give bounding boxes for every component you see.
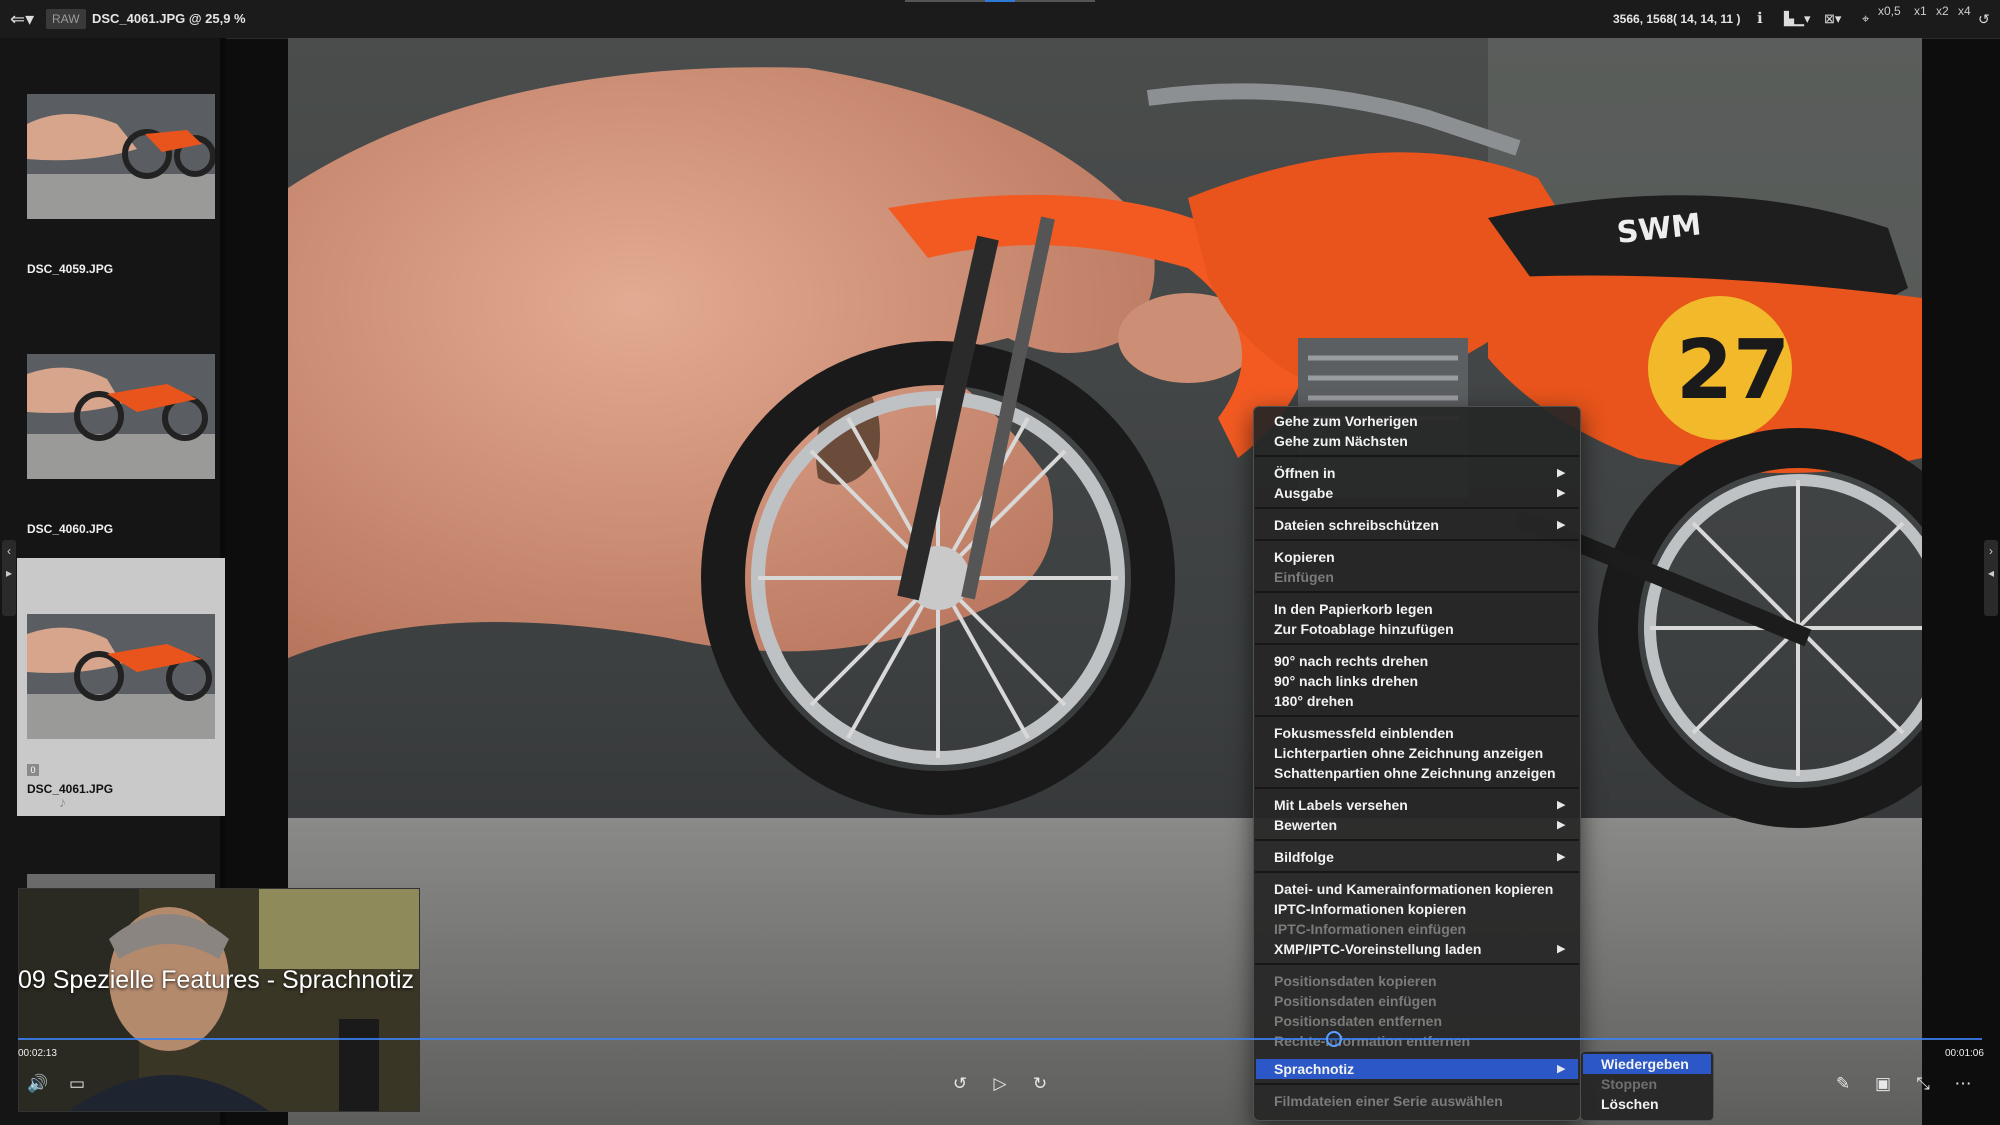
info-icon[interactable]: ℹ (1757, 8, 1763, 30)
submenu-item-play[interactable]: Wiedergeben (1601, 1054, 1689, 1074)
menu-item-remove-rights: Rechte-Information entfernen (1274, 1033, 1471, 1049)
right-panel-tab[interactable]: › ◂ (1984, 540, 1998, 616)
menu-item-labels[interactable]: Mit Labels versehen (1274, 795, 1564, 815)
thumbnail-item[interactable]: DSC_4060.JPG (17, 298, 225, 556)
seek-handle[interactable] (1325, 1031, 1342, 1047)
submenu-arrow-icon: ▶ (1557, 1063, 1566, 1075)
submenu-arrow-icon: ▶ (1557, 851, 1566, 863)
rotate-icon[interactable]: ↺ (1978, 8, 1990, 30)
menu-item-highlights[interactable]: Lichterpartien ohne Zeichnung anzeigen (1274, 743, 1564, 763)
sidebar-collapse-tab[interactable]: ‹ ▸ (2, 540, 16, 616)
menu-item-rotate-right[interactable]: 90° nach rechts drehen (1274, 651, 1564, 671)
focus-frame-icon[interactable]: ⊠▾ (1824, 8, 1841, 30)
submenu-item-delete[interactable]: Löschen (1601, 1094, 1659, 1114)
subtitles-icon[interactable]: ▭ (64, 1072, 90, 1096)
zoom-4x[interactable]: x4 (1958, 4, 1971, 18)
thumbnail-image[interactable] (27, 614, 215, 739)
loading-indicator (905, 0, 1095, 2)
top-toolbar: ⇐▾ RAW DSC_4061.JPG @ 25,9 % 3566, 1568(… (0, 0, 2000, 39)
pencil-icon[interactable]: ✎ (1830, 1072, 1856, 1096)
thumbnail-filename: DSC_4061.JPG (27, 782, 114, 796)
pip-icon[interactable]: ▣ (1870, 1072, 1896, 1096)
menu-item-copy-file-camera-info[interactable]: Datei- und Kamerainformationen kopieren (1274, 879, 1564, 899)
thumbnail-item-selected[interactable]: 0 DSC_4061.JPG ♪ (17, 558, 225, 816)
menu-item-rotate-180[interactable]: 180° drehen (1274, 691, 1564, 711)
menu-item-focus-point[interactable]: Fokusmessfeld einblenden (1274, 723, 1564, 743)
main-photo[interactable]: 27 SWM (288, 38, 1922, 1125)
menu-item-trash[interactable]: In den Papierkorb legen (1274, 599, 1564, 619)
menu-item-paste-position: Positionsdaten einfügen (1274, 993, 1437, 1009)
submenu-arrow-icon: ▶ (1557, 467, 1566, 479)
menu-item-rotate-left[interactable]: 90° nach links drehen (1274, 671, 1564, 691)
submenu-arrow-icon: ▶ (1557, 487, 1566, 499)
menu-item-slideshow[interactable]: Bildfolge (1274, 847, 1564, 867)
thumbnail-image[interactable] (27, 354, 215, 479)
current-time: 00:02:13 (18, 1048, 57, 1059)
number-plate: 27 (1676, 323, 1790, 418)
zoom-half[interactable]: x0,5 (1878, 4, 1901, 18)
volume-icon[interactable]: 🔊 (25, 1072, 51, 1096)
raw-badge[interactable]: RAW (46, 9, 86, 29)
submenu-item-stop: Stoppen (1601, 1076, 1657, 1092)
submenu-arrow-icon: ▶ (1557, 519, 1566, 531)
voice-memo-submenu: Wiedergeben Stoppen Löschen (1580, 1051, 1714, 1121)
pixel-readout: 3566, 1568( 14, 14, 11 ) (1613, 12, 1741, 26)
collapse-icon[interactable]: ⤡ (1910, 1072, 1936, 1096)
submenu-arrow-icon: ▶ (1557, 799, 1566, 811)
menu-item-go-next[interactable]: Gehe zum Nächsten (1274, 431, 1564, 451)
menu-item-shadows[interactable]: Schattenpartien ohne Zeichnung anzeigen (1274, 763, 1564, 783)
loupe-icon[interactable]: ⌖ (1862, 8, 1869, 30)
remaining-time: 00:01:06 (1945, 1048, 1984, 1059)
thumbnail-filename: DSC_4059.JPG (27, 262, 114, 276)
menu-item-open-in[interactable]: Öffnen in (1274, 463, 1564, 483)
menu-item-load-xmp[interactable]: XMP/IPTC-Voreinstellung laden (1274, 939, 1564, 959)
menu-item-photo-tray[interactable]: Zur Fotoablage hinzufügen (1274, 619, 1564, 639)
menu-item-paste: Einfügen (1274, 569, 1334, 585)
menu-item-select-series: Filmdateien einer Serie auswählen (1274, 1093, 1503, 1109)
thumbnail-image[interactable] (27, 94, 215, 219)
rewind-10-icon[interactable]: ↺ (947, 1072, 973, 1096)
thumbnail-item[interactable]: DSC_4059.JPG (17, 38, 225, 296)
window-title: DSC_4061.JPG @ 25,9 % (92, 11, 246, 26)
more-icon[interactable]: ⋯ (1950, 1072, 1976, 1096)
forward-30-icon[interactable]: ↻ (1027, 1072, 1053, 1096)
play-icon[interactable]: ▷ (987, 1072, 1013, 1096)
menu-item-remove-position: Positionsdaten entfernen (1274, 1013, 1443, 1029)
histogram-icon[interactable]: ▙▁▾ (1784, 8, 1811, 30)
menu-item-rate[interactable]: Bewerten (1274, 815, 1564, 835)
back-icon[interactable]: ⇐▾ (10, 8, 36, 30)
menu-item-paste-iptc: IPTC-Informationen einfügen (1274, 921, 1467, 937)
menu-item-copy-iptc[interactable]: IPTC-Informationen kopieren (1274, 899, 1564, 919)
menu-item-go-previous[interactable]: Gehe zum Vorherigen (1274, 411, 1564, 431)
zoom-1x[interactable]: x1 (1914, 4, 1927, 18)
submenu-arrow-icon: ▶ (1557, 819, 1566, 831)
context-menu: Gehe zum Vorherigen Gehe zum Nächsten Öf… (1253, 406, 1581, 1121)
menu-item-copy[interactable]: Kopieren (1274, 547, 1564, 567)
menu-item-protect[interactable]: Dateien schreibschützen (1274, 515, 1564, 535)
seek-bar[interactable] (18, 1038, 1982, 1040)
thumbnail-filename: DSC_4060.JPG (27, 522, 114, 536)
voice-note-icon: ♪ (59, 794, 66, 810)
submenu-arrow-icon: ▶ (1557, 943, 1566, 955)
menu-item-output[interactable]: Ausgabe (1274, 483, 1564, 503)
label-badge: 0 (27, 764, 39, 776)
zoom-2x[interactable]: x2 (1936, 4, 1949, 18)
menu-item-copy-position: Positionsdaten kopieren (1274, 973, 1437, 989)
video-title: 09 Spezielle Features - Sprachnotiz (18, 966, 415, 994)
menu-item-voice-memo[interactable]: Sprachnotiz (1274, 1059, 1564, 1079)
